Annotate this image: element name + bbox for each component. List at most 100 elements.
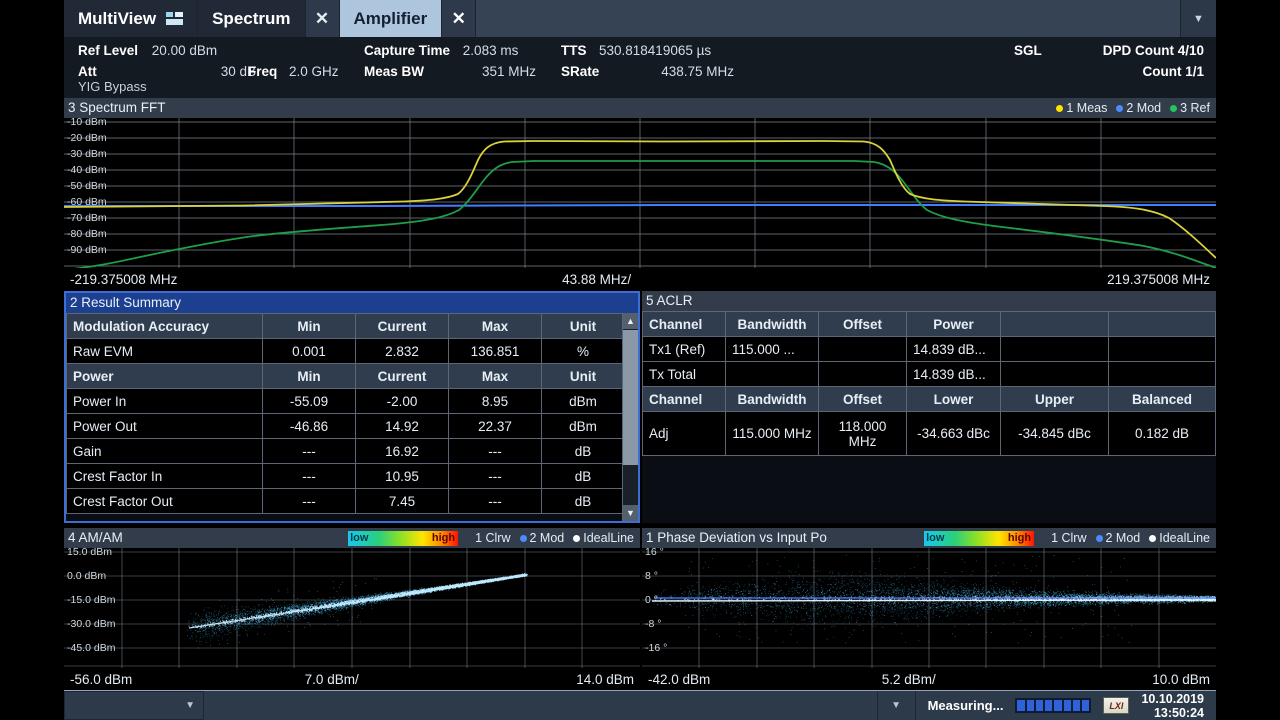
yig-bypass-label: YIG Bypass [78, 79, 147, 94]
col-power-current: Current [355, 363, 449, 389]
spectrum-fft-window[interactable]: 3 Spectrum FFT 1 Meas 2 Mod 3 Ref -10 dB… [64, 98, 1216, 290]
table-row[interactable]: Tx Total 14.839 dB... [642, 361, 1216, 387]
tab-spectrum-close-icon[interactable]: ✕ [305, 0, 340, 37]
cell-raw-evm-min: 0.001 [262, 338, 356, 364]
cell-power-in-min: -55.09 [262, 388, 356, 414]
tab-spectrum[interactable]: Spectrum [198, 0, 306, 37]
col-power-min: Min [262, 363, 356, 389]
cell-adj-channel: Adj [642, 411, 726, 456]
amam-plot-area[interactable]: 15.0 dBm 0.0 dBm -15.0 dBm -30.0 dBm -45… [64, 548, 640, 668]
chevron-down-icon-right: ▼ [891, 700, 902, 711]
cell-gain-min: --- [262, 438, 356, 464]
col-adj-offset: Offset [818, 386, 907, 412]
scroll-up-arrow-icon[interactable]: ▲ [623, 313, 638, 329]
tab-bar: MultiView Spectrum ✕ Amplifier ✕ ▼ [64, 0, 1216, 37]
col-max: Max [448, 313, 542, 339]
bottom-right-combo[interactable]: ▼ [878, 691, 916, 720]
scroll-down-arrow-icon[interactable]: ▼ [623, 505, 638, 521]
cell-adj-balanced: 0.182 dB [1108, 411, 1216, 456]
tab-spectrum-label: Spectrum [212, 8, 291, 28]
phase-legend-idealline: IdealLine [1149, 528, 1210, 548]
chevron-down-icon-left: ▼ [185, 700, 195, 711]
table-row[interactable]: Power In -55.09 -2.00 8.95 dBm [66, 388, 625, 414]
cell-tx1-offset [818, 336, 907, 362]
lxi-icon: LXI [1103, 697, 1130, 714]
phase-deviation-window[interactable]: 1 Phase Deviation vs Input Po low high 1… [642, 528, 1216, 690]
result-summary-scrollbar[interactable]: ▲ ▼ [622, 313, 638, 521]
col-adj-lower: Lower [906, 386, 1001, 412]
cell-gain-name: Gain [66, 438, 263, 464]
col-aclr-blank-2 [1108, 311, 1216, 337]
table-row[interactable]: Raw EVM 0.001 2.832 136.851 % [66, 338, 625, 364]
right-black-margin [1216, 0, 1280, 720]
tab-bar-spacer [476, 0, 1180, 37]
col-power-unit: Unit [541, 363, 625, 389]
result-summary-window[interactable]: 2 Result Summary Modulation Accuracy Min… [64, 291, 640, 523]
amam-x-stop: 14.0 dBm [576, 671, 634, 687]
tab-multiview[interactable]: MultiView [64, 0, 199, 37]
measurement-status-header: Ref Level 20.00 dBm Att 30 dB Freq 2.0 G… [64, 37, 1216, 98]
cell-crest-out-current: 7.45 [355, 488, 449, 514]
col-aclr-offset: Offset [818, 311, 907, 337]
bottom-status-bar: ▼ ▼ Measuring... LXI 10.10.2019 13:50:24 [64, 690, 1216, 720]
spectrum-plot-area[interactable]: -10 dBm -20 dBm -30 dBm -40 dBm -50 dBm … [64, 118, 1216, 268]
cell-tx1-power: 14.839 dB... [906, 336, 1001, 362]
table-row[interactable]: Power Out -46.86 14.92 22.37 dBm [66, 413, 625, 439]
spectrum-x-stop: 219.375008 MHz [1107, 271, 1210, 287]
amam-legend-idealline: IdealLine [573, 528, 634, 548]
col-min: Min [262, 313, 356, 339]
cell-txtotal-offset [818, 361, 907, 387]
freq-value: 2.0 GHz [289, 64, 339, 79]
col-adj-channel: Channel [642, 386, 726, 412]
amam-title: 4 AM/AM [68, 530, 123, 545]
tab-multiview-label: MultiView [78, 8, 157, 28]
cell-crest-out-name: Crest Factor Out [66, 488, 263, 514]
cell-adj-lower: -34.663 dBc [906, 411, 1001, 456]
trace-dot-icon-mod [1116, 104, 1124, 112]
col-adj-upper: Upper [1000, 386, 1109, 412]
phase-point-cloud [654, 554, 1216, 644]
cell-power-in-max: 8.95 [448, 388, 542, 414]
table-row[interactable]: Crest Factor Out --- 7.45 --- dB [66, 488, 625, 514]
tab-amplifier[interactable]: Amplifier [339, 0, 443, 37]
tab-amplifier-close-icon[interactable]: ✕ [442, 0, 477, 37]
tts-label: TTS [561, 43, 587, 58]
tab-list-chevron-down-icon[interactable]: ▼ [1180, 0, 1216, 37]
cell-gain-max: --- [448, 438, 542, 464]
col-aclr-blank-1 [1000, 311, 1109, 337]
time-label: 13:50:24 [1153, 705, 1204, 720]
table-row[interactable]: Crest Factor In --- 10.95 --- dB [66, 463, 625, 489]
col-adj-bandwidth: Bandwidth [725, 386, 819, 412]
amam-gradient-high-label: high [431, 531, 456, 544]
table-row[interactable]: Adj 115.000 MHz 118.000 MHz -34.663 dBc … [642, 411, 1216, 456]
phase-title: 1 Phase Deviation vs Input Po [646, 530, 827, 545]
trace-dot-icon-amam-mod [519, 534, 527, 542]
legend-meas: 1 Meas [1056, 98, 1107, 118]
date-label: 10.10.2019 [1141, 691, 1204, 706]
cell-power-out-current: 14.92 [355, 413, 449, 439]
spectrum-fft-title: 3 Spectrum FFT [68, 100, 166, 115]
spectrum-x-start: -219.375008 MHz [70, 271, 178, 287]
bottom-left-combo[interactable]: ▼ [64, 691, 204, 720]
phase-title-bar: 1 Phase Deviation vs Input Po low high 1… [642, 528, 1216, 548]
cell-power-out-name: Power Out [66, 413, 263, 439]
table-row[interactable]: Tx1 (Ref) 115.000 ... 14.839 dB... [642, 336, 1216, 362]
cell-power-out-unit: dBm [541, 413, 625, 439]
spectrum-legend: 1 Meas 2 Mod 3 Ref [1056, 98, 1216, 118]
cell-crest-in-min: --- [262, 463, 356, 489]
amam-window[interactable]: 4 AM/AM low high 1 Clrw 2 Mod IdealLine [64, 528, 640, 690]
cell-power-in-name: Power In [66, 388, 263, 414]
phase-plot-area[interactable]: 16 ° 8 ° 0 ° -8 ° -16 ° [642, 548, 1216, 668]
scrollbar-thumb[interactable] [623, 330, 638, 465]
cell-txtotal-power: 14.839 dB... [906, 361, 1001, 387]
application-window: MultiView Spectrum ✕ Amplifier ✕ ▼ Ref L… [0, 0, 1280, 720]
table-row[interactable]: Gain --- 16.92 --- dB [66, 438, 625, 464]
col-unit: Unit [541, 313, 625, 339]
aclr-window[interactable]: 5 ACLR Channel Bandwidth Offset Power Tx… [642, 291, 1216, 523]
result-summary-title: 2 Result Summary [66, 293, 638, 313]
trace-dot-icon-meas [1056, 104, 1064, 112]
cell-crest-in-unit: dB [541, 463, 625, 489]
trace-dot-icon-phase-mod [1095, 534, 1103, 542]
ref-level-value: 20.00 dBm [151, 43, 218, 58]
phase-x-stop: 10.0 dBm [1152, 671, 1210, 687]
